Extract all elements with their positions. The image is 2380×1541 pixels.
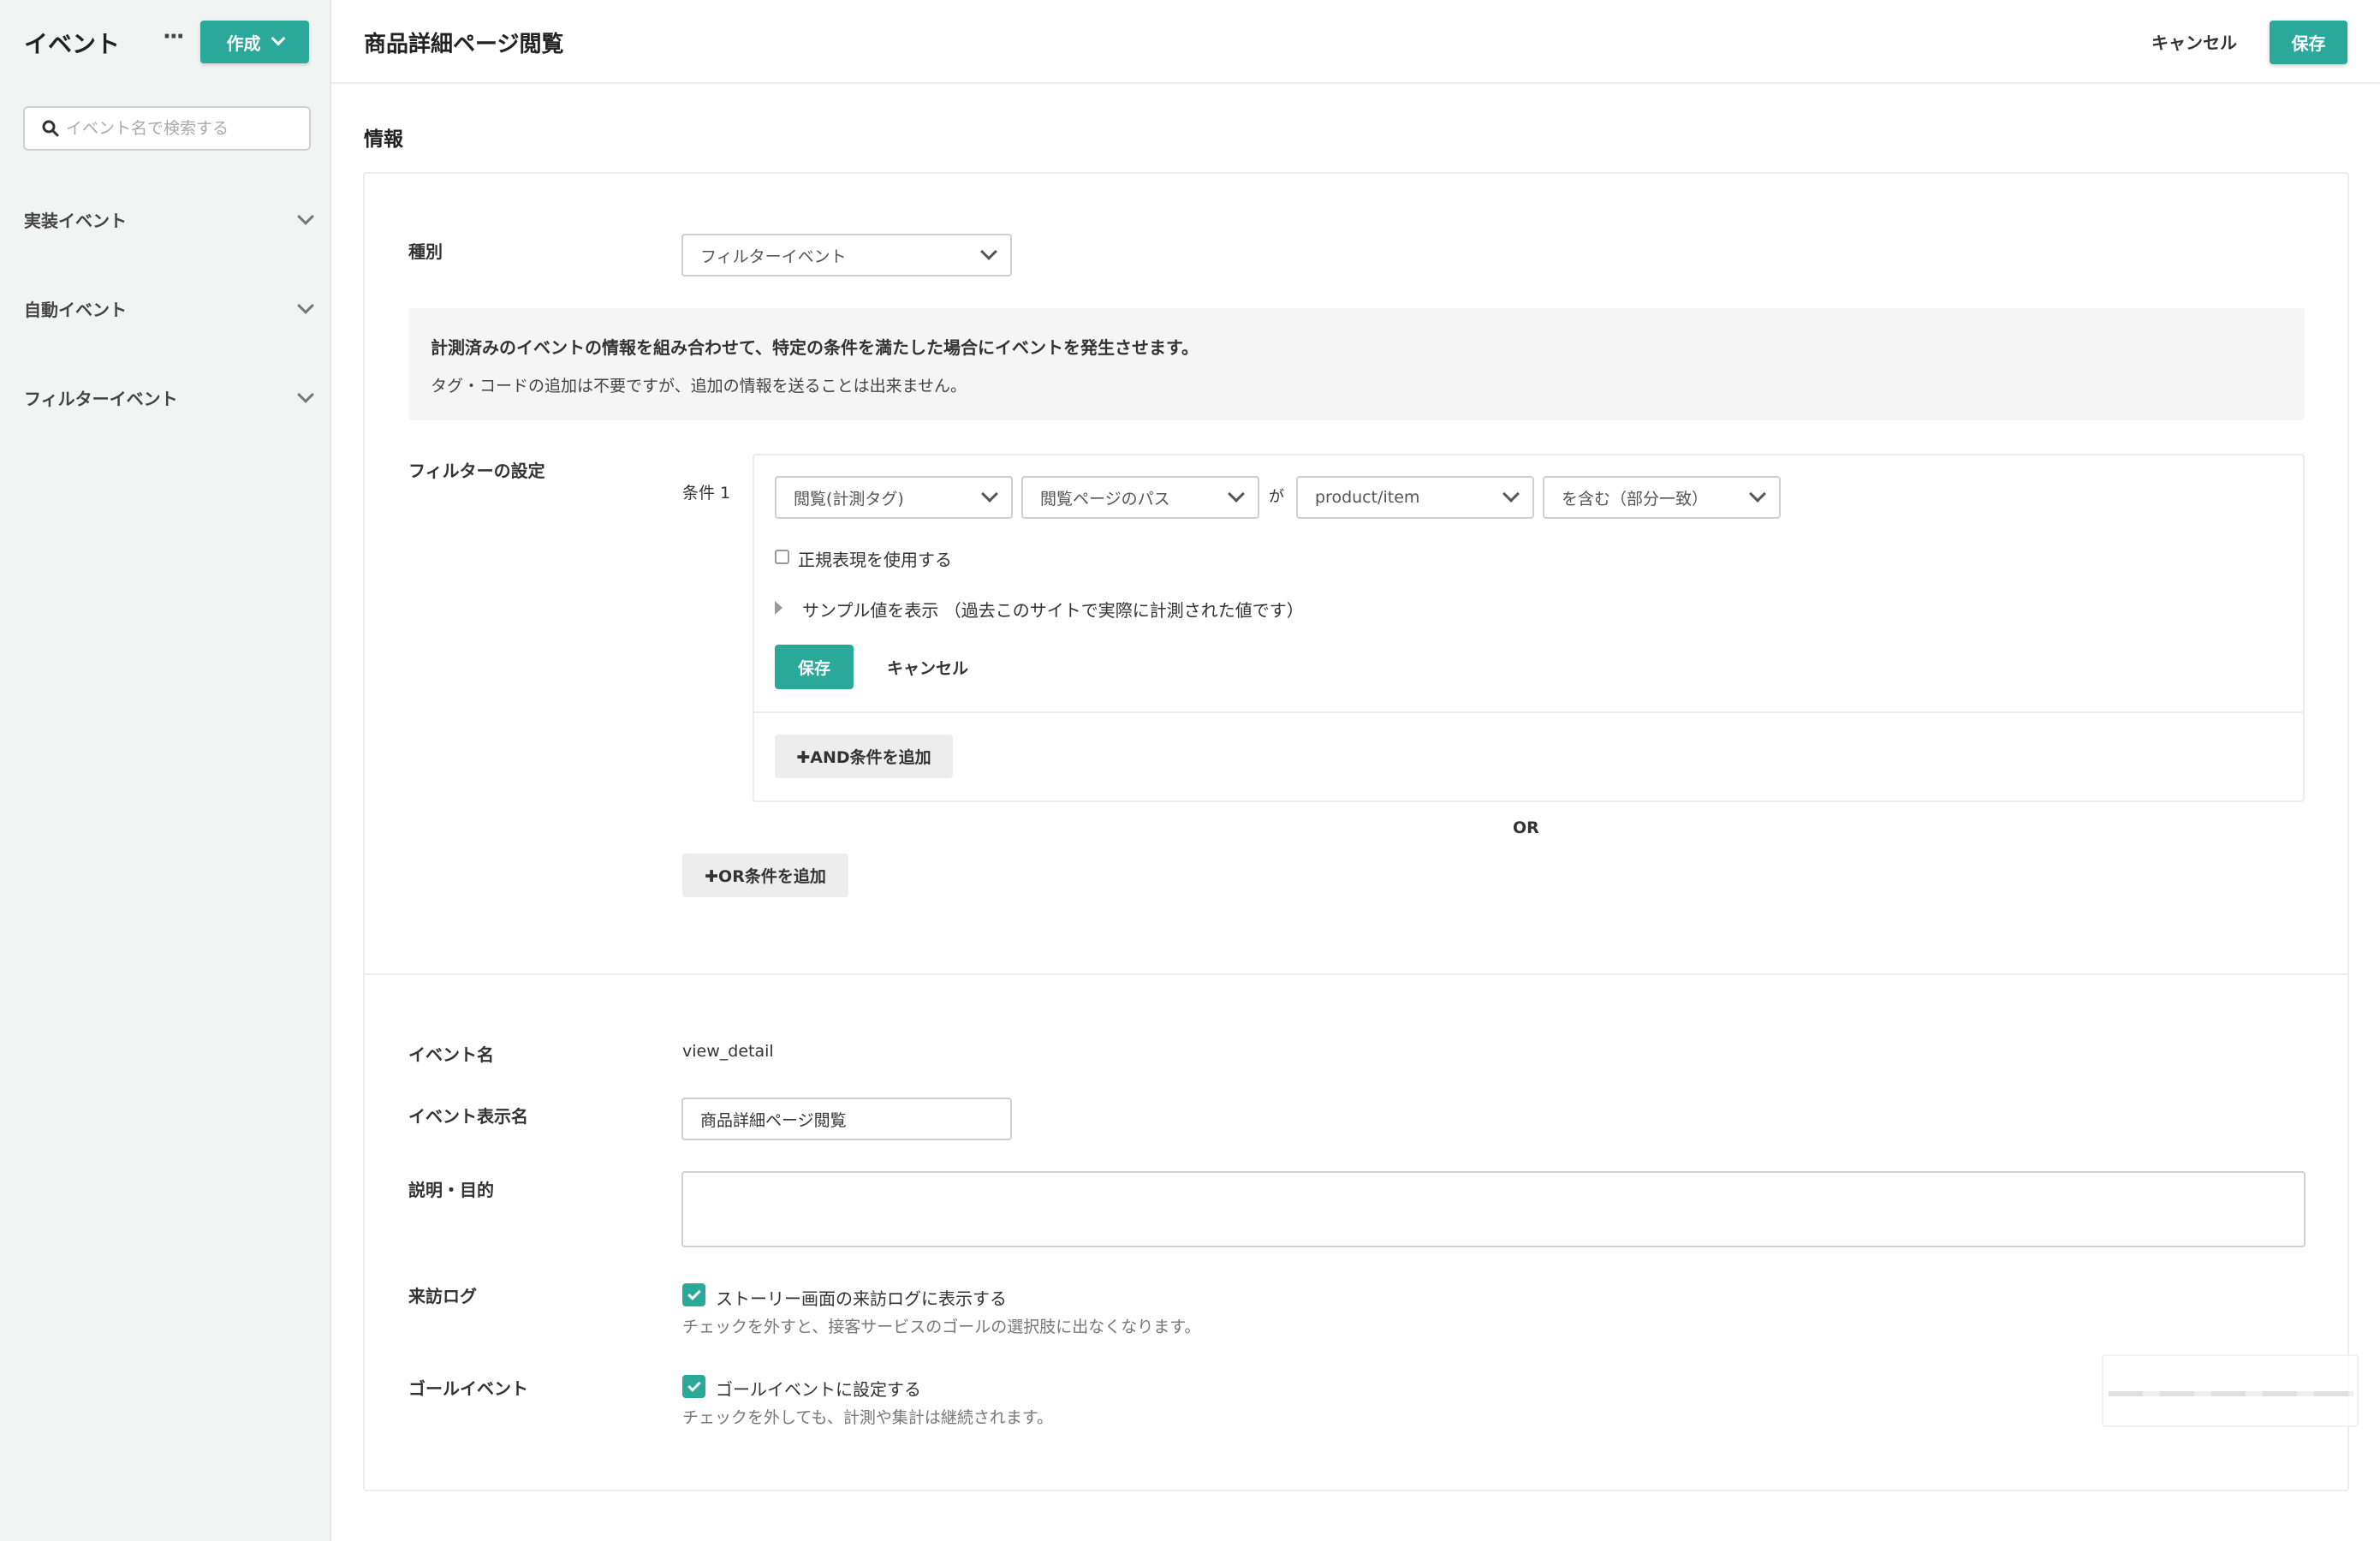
- value-select[interactable]: product/item: [1296, 476, 1534, 519]
- notice-box: 計測済みのイベントの情報を組み合わせて、特定の条件を満たした場合にイベントを発生…: [408, 308, 2305, 420]
- description-textarea[interactable]: [683, 1173, 2304, 1246]
- visit-log-help-text: チェックを外すと、接客サービスのゴールの選択肢に出なくなります。: [682, 1318, 1201, 1336]
- sidebar-section-label: フィルターイベント: [24, 389, 178, 409]
- value-select-value: product/item: [1315, 488, 1420, 507]
- cancel-button[interactable]: キャンセル: [2151, 29, 2237, 54]
- chevron-down-icon: [297, 385, 314, 403]
- floating-mini-panel: [2102, 1354, 2359, 1427]
- top-bar: 商品詳細ページ閲覧 キャンセル 保存: [331, 0, 2380, 84]
- regex-label: 正規表現を使用する: [798, 550, 952, 570]
- match-select-value: を含む（部分一致）: [1562, 489, 1709, 509]
- chevron-down-icon: [981, 485, 998, 503]
- chevron-down-icon: [1502, 485, 1520, 503]
- sidebar-title: イベント: [24, 30, 121, 58]
- source-select[interactable]: 閲覧(計測タグ): [775, 476, 1013, 519]
- more-options-button[interactable]: ···: [163, 24, 185, 50]
- search-icon: [42, 120, 59, 137]
- event-name-label: イベント名: [408, 1044, 494, 1065]
- display-name-label: イベント表示名: [408, 1106, 528, 1127]
- type-select-value: フィルターイベント: [700, 247, 847, 266]
- condition-divider: [753, 711, 2305, 713]
- check-icon: [687, 1286, 701, 1300]
- add-or-condition-button[interactable]: ✚OR条件を追加: [682, 854, 848, 897]
- card-divider: [363, 973, 2349, 975]
- create-button-label: 作成: [226, 33, 261, 54]
- chevron-down-icon: [271, 31, 285, 46]
- goal-event-help-text: チェックを外しても、計測や集計は継続されます。: [682, 1408, 1054, 1427]
- chevron-down-icon: [980, 243, 997, 260]
- display-name-input[interactable]: [683, 1099, 1010, 1139]
- type-select[interactable]: フィルターイベント: [681, 234, 1012, 277]
- page-title: 商品詳細ページ閲覧: [364, 32, 564, 57]
- sidebar-section-label: 自動イベント: [24, 300, 127, 320]
- notice-text-primary: 計測済みのイベントの情報を組み合わせて、特定の条件を満たした場合にイベントを発生…: [431, 337, 1199, 358]
- chevron-down-icon: [1228, 485, 1245, 503]
- save-button[interactable]: 保存: [2270, 21, 2347, 64]
- description-field[interactable]: [681, 1171, 2306, 1247]
- display-name-field[interactable]: [681, 1098, 1012, 1140]
- search-input[interactable]: [66, 119, 306, 138]
- add-and-condition-button[interactable]: ✚AND条件を追加: [775, 735, 953, 778]
- chevron-down-icon: [1749, 485, 1766, 503]
- chevron-down-icon: [297, 296, 314, 314]
- sidebar: イベント ··· 作成 実装イベント 自動イベント フィルターイベント: [0, 0, 331, 1541]
- sidebar-section-auto[interactable]: 自動イベント: [24, 296, 314, 321]
- event-name-value: view_detail: [682, 1042, 774, 1061]
- match-select[interactable]: を含む（部分一致）: [1543, 476, 1781, 519]
- goal-event-checkbox-label: ゴールイベントに設定する: [716, 1379, 921, 1400]
- check-icon: [687, 1377, 701, 1392]
- or-separator: OR: [1513, 818, 1539, 837]
- caret-right-icon[interactable]: [775, 601, 782, 615]
- sidebar-section-filter[interactable]: フィルターイベント: [24, 385, 314, 410]
- source-select-value: 閲覧(計測タグ): [794, 489, 904, 509]
- mini-panel-bar: [2109, 1391, 2353, 1396]
- connector-text: が: [1269, 488, 1284, 506]
- event-search-field[interactable]: [23, 106, 311, 151]
- field-select-value: 閲覧ページのパス: [1040, 489, 1170, 509]
- type-label: 種別: [408, 241, 443, 262]
- regex-checkbox[interactable]: [775, 550, 789, 564]
- create-button[interactable]: 作成: [200, 21, 309, 63]
- goal-event-checkbox[interactable]: [682, 1375, 705, 1398]
- visit-log-checkbox-label: ストーリー画面の来訪ログに表示する: [716, 1288, 1007, 1309]
- sidebar-section-label: 実装イベント: [24, 211, 127, 231]
- field-select[interactable]: 閲覧ページのパス: [1021, 476, 1259, 519]
- visit-log-label: 来訪ログ: [408, 1286, 477, 1306]
- notice-text-secondary: タグ・コードの追加は不要ですが、追加の情報を送ることは出来ません。: [431, 377, 967, 396]
- condition-cancel-button[interactable]: キャンセル: [887, 656, 968, 679]
- filter-settings-label: フィルターの設定: [408, 461, 545, 481]
- sample-values-toggle[interactable]: サンプル値を表示 （過去このサイトで実際に計測された値です）: [802, 597, 1304, 622]
- sidebar-header: イベント ··· 作成: [0, 0, 330, 84]
- condition-label: 条件 1: [682, 484, 731, 503]
- condition-save-button[interactable]: 保存: [775, 645, 854, 689]
- goal-event-label: ゴールイベント: [408, 1378, 528, 1399]
- chevron-down-icon: [297, 207, 314, 225]
- section-title-info: 情報: [364, 128, 403, 151]
- description-label: 説明・目的: [408, 1180, 494, 1200]
- visit-log-checkbox[interactable]: [682, 1283, 705, 1306]
- sidebar-section-implemented[interactable]: 実装イベント: [24, 207, 314, 232]
